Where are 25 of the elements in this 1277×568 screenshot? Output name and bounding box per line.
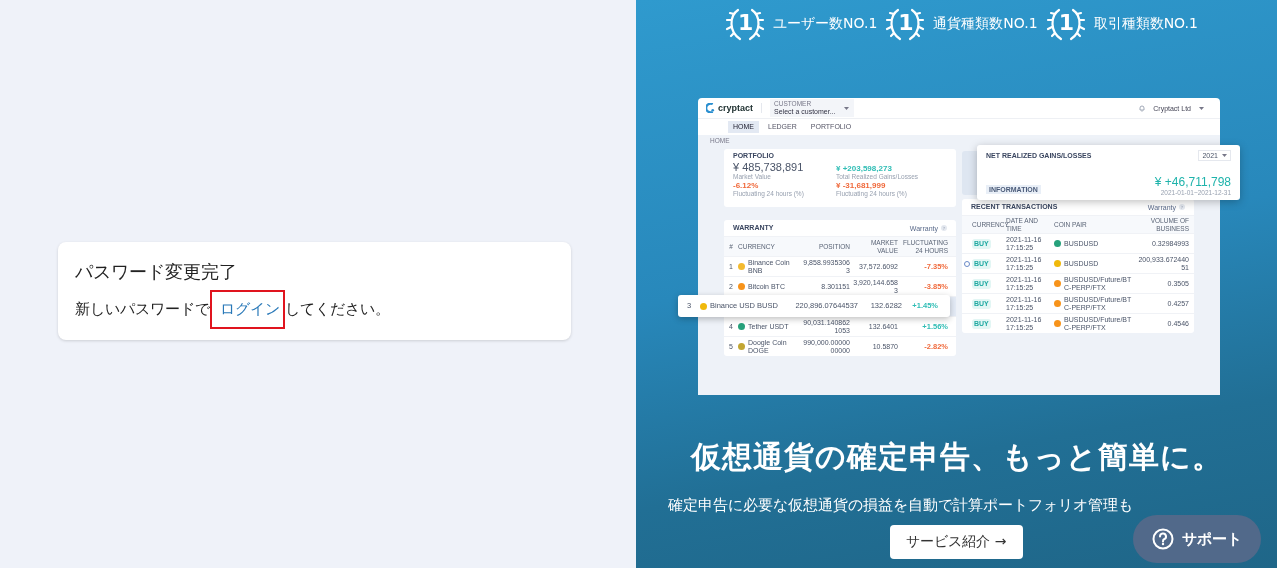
caret-icon [843,106,849,110]
rank-number: 1 [898,10,913,35]
stat-value: ¥ 485,738,891 [733,161,805,173]
help-icon [1152,528,1174,550]
stat-value: ¥ -31,681,999 [836,181,887,190]
service-intro-button[interactable]: サービス紹介 → [890,525,1023,559]
support-label: サポート [1182,529,1242,549]
gains-value: ¥ +46,711,798 [1154,176,1231,189]
notice-title: パスワード変更完了 [75,260,238,284]
caret-icon [1222,154,1227,157]
logo-icon [706,103,715,113]
login-link[interactable]: ログイン [220,300,280,318]
award-label: 通貨種類数NO.1 [933,15,1038,33]
headline: 仮想通貨の確定申告、もっと簡単に。 [690,438,1223,476]
support-button[interactable]: サポート [1133,515,1261,563]
stat-value: ¥ +203,598,273 [836,164,893,173]
subtitle: 確定申告に必要な仮想通貨の損益を自動で計算ポートフォリオ管理も [667,496,1133,515]
notice-message: 新しいパスワードで ログイン してください。 [75,300,554,319]
brand-name: cryptact [718,103,753,113]
rank-number: 1 [1058,10,1073,35]
rank-number: 1 [738,10,753,35]
caret-icon [1199,106,1204,110]
stat-value: -6.12% [733,181,760,190]
award-label: 取引種類数NO.1 [1093,15,1198,33]
award-label: ユーザー数NO.1 [773,15,878,33]
